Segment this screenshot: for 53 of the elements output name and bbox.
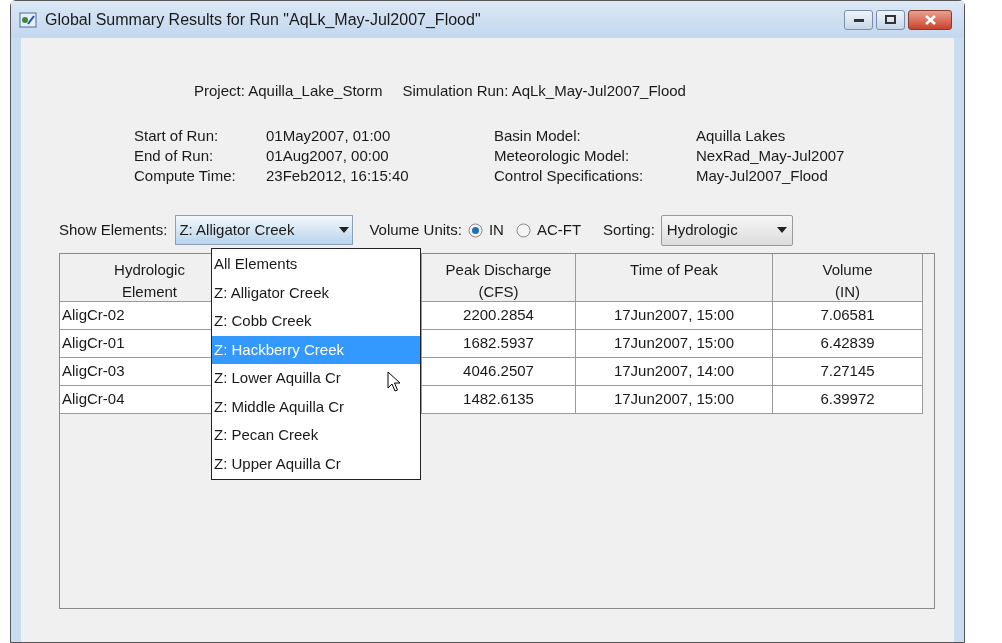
table-cell: 7.06581: [773, 301, 923, 330]
column-header[interactable]: Peak Discharge (CFS): [438, 258, 559, 303]
table-cell: 6.42839: [773, 329, 923, 358]
field-label: Basin Model:: [494, 125, 582, 145]
field-label: Control Specifications:: [494, 165, 645, 185]
maximize-icon: [885, 15, 896, 24]
close-icon: [924, 14, 936, 25]
field-label: Start of Run:: [134, 125, 220, 145]
dropdown-option[interactable]: All Elements: [212, 250, 420, 279]
field-value: Aquilla Lakes: [696, 125, 786, 145]
radio-label: AC-FT: [536, 219, 582, 240]
table-cell: 7.27145: [773, 357, 923, 386]
caret-icon: [339, 227, 350, 233]
column-header[interactable]: Hydrologic Element: [104, 258, 195, 303]
table-cell: 4046.2507: [422, 357, 576, 386]
table-cell: 17Jun2007, 14:00: [576, 357, 773, 386]
minimize-icon: [853, 17, 864, 22]
sorting-dropdown[interactable]: Hydrologic: [660, 214, 793, 246]
field-label: Compute Time:: [134, 165, 237, 185]
radio-button[interactable]: [515, 222, 531, 238]
app-icon: [19, 11, 37, 28]
show-elements-dropdown[interactable]: Z: Alligator Creek: [175, 215, 354, 245]
minimize-button[interactable]: [844, 9, 873, 30]
field-value: 01May2007, 01:00: [266, 125, 391, 145]
field-value: May-Jul2007_Flood: [696, 165, 828, 185]
show-elements-label: Show Elements:: [59, 219, 168, 240]
field-label: End of Run:: [134, 145, 215, 165]
volume-units-label: Volume Units:: [369, 219, 462, 240]
info-text: Project: Aquilla_Lake_Storm: [194, 81, 383, 101]
radio-button[interactable]: [467, 222, 483, 238]
table-cell: 17Jun2007, 15:00: [576, 329, 773, 358]
caret-icon: [776, 227, 787, 233]
column-header[interactable]: Volume (IN): [812, 258, 883, 303]
close-button[interactable]: [908, 9, 952, 30]
table-cell: 2200.2854: [422, 301, 576, 330]
window-title: Global Summary Results for Run "AqLk_May-Jul2007_Flood": [45, 9, 481, 30]
info-text: Simulation Run: AqLk_May-Jul2007_Flood: [402, 81, 686, 101]
dropdown-option[interactable]: Z: Upper Aquilla Cr: [212, 449, 420, 478]
field-value: 23Feb2012, 16:15:40: [266, 165, 409, 185]
field-value: NexRad_May-Jul2007: [696, 145, 845, 165]
column-header[interactable]: Time of Peak: [599, 258, 749, 281]
table-cell: 17Jun2007, 15:00: [576, 301, 773, 330]
field-label: Meteorologic Model:: [494, 145, 631, 165]
sorting-label: Sorting:: [603, 219, 655, 240]
maximize-button[interactable]: [876, 9, 905, 30]
table-cell: 6.39972: [773, 385, 923, 414]
radio-label: IN: [488, 219, 504, 240]
dropdown-option[interactable]: Z: Pecan Creek: [212, 421, 420, 450]
field-value: 01Aug2007, 00:00: [266, 145, 389, 165]
mouse-cursor-icon: [387, 371, 401, 393]
table-cell: 1682.5937: [422, 329, 576, 358]
table-cell: 1482.6135: [422, 385, 576, 414]
table-cell: 17Jun2007, 15:00: [576, 385, 773, 414]
